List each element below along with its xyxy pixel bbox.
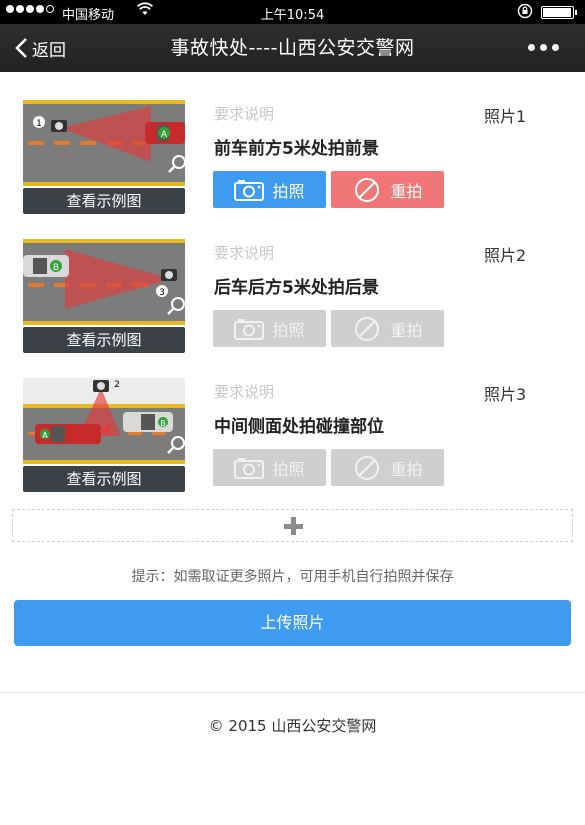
retake-button[interactable]: 重拍 [331, 449, 444, 486]
photo-description: 后车后方5米处拍后景 [214, 278, 379, 298]
view-example-button[interactable]: 查看示例图 [23, 188, 185, 214]
photo-item-1: 1 A 查看示例图 要求说明 照片1 前车前方5米处拍前景 拍照 重拍 [0, 100, 585, 220]
photo-item-3: 2 A B 查看示例图 要求说明 照片3 中间侧面处拍碰撞部位 拍照 重拍 [0, 378, 585, 498]
view-example-button[interactable]: 查看示例图 [23, 466, 185, 492]
photo-number: 照片3 [484, 385, 527, 404]
requirement-label: 要求说明 [214, 383, 275, 401]
example-thumbnail-front[interactable]: 1 A [23, 100, 185, 186]
page-title: 事故快处----山西公安交警网 [170, 37, 415, 59]
car-a-marker: A [161, 130, 168, 140]
photo-item-2: B 3 查看示例图 要求说明 照片2 后车后方5米处拍后景 拍照 重拍 [0, 239, 585, 359]
example-thumbnail-side[interactable]: 2 A B [23, 378, 185, 464]
hint-text: 提示：如需取证更多照片，可用手机自行拍照并保存 [131, 569, 454, 585]
requirement-label: 要求说明 [214, 105, 275, 123]
plus-icon [283, 516, 303, 535]
retake-label: 重拍 [390, 181, 423, 201]
view-example-button[interactable]: 查看示例图 [23, 327, 185, 353]
car-a-marker: A [42, 431, 48, 440]
add-photo-button[interactable] [12, 509, 573, 542]
upload-photos-button[interactable]: 上传照片 [14, 600, 571, 646]
retake-button[interactable]: 重拍 [331, 310, 444, 347]
photo-description: 中间侧面处拍碰撞部位 [214, 417, 384, 437]
take-photo-button[interactable]: 拍照 [213, 449, 326, 486]
example-thumbnail-rear[interactable]: B 3 [23, 239, 185, 325]
camera-icon [234, 179, 265, 201]
status-bar: 中国移动 上午10:54 [0, 0, 585, 24]
copyright-footer: © 2015 山西公安交警网 [208, 717, 377, 735]
take-photo-label: 拍照 [272, 459, 305, 479]
camera-marker-2: 2 [114, 380, 120, 390]
camera-marker-1: 1 [36, 119, 42, 129]
prohibit-icon [355, 455, 380, 480]
take-photo-button[interactable]: 拍照 [213, 310, 326, 347]
car-b-marker: B [53, 263, 59, 273]
retake-label: 重拍 [390, 459, 423, 479]
prohibit-icon [355, 177, 380, 202]
more-menu-icon[interactable] [528, 44, 559, 51]
retake-label: 重拍 [390, 320, 423, 340]
requirement-label: 要求说明 [214, 244, 275, 262]
photo-number: 照片1 [484, 107, 527, 126]
take-photo-label: 拍照 [272, 181, 305, 201]
divider [0, 692, 585, 693]
rotation-lock-icon [517, 3, 533, 23]
retake-button[interactable]: 重拍 [331, 171, 444, 208]
nav-bar: 返回 事故快处----山西公安交警网 [0, 24, 585, 72]
photo-number: 照片2 [484, 246, 527, 265]
battery-icon [541, 6, 577, 19]
camera-icon [234, 318, 265, 340]
take-photo-button[interactable]: 拍照 [213, 171, 326, 208]
car-b-marker: B [160, 419, 166, 428]
take-photo-label: 拍照 [272, 320, 305, 340]
camera-icon [234, 457, 265, 479]
photo-description: 前车前方5米处拍前景 [214, 139, 379, 159]
clock: 上午10:54 [260, 8, 325, 23]
prohibit-icon [355, 316, 380, 341]
camera-marker-3: 3 [159, 288, 165, 298]
